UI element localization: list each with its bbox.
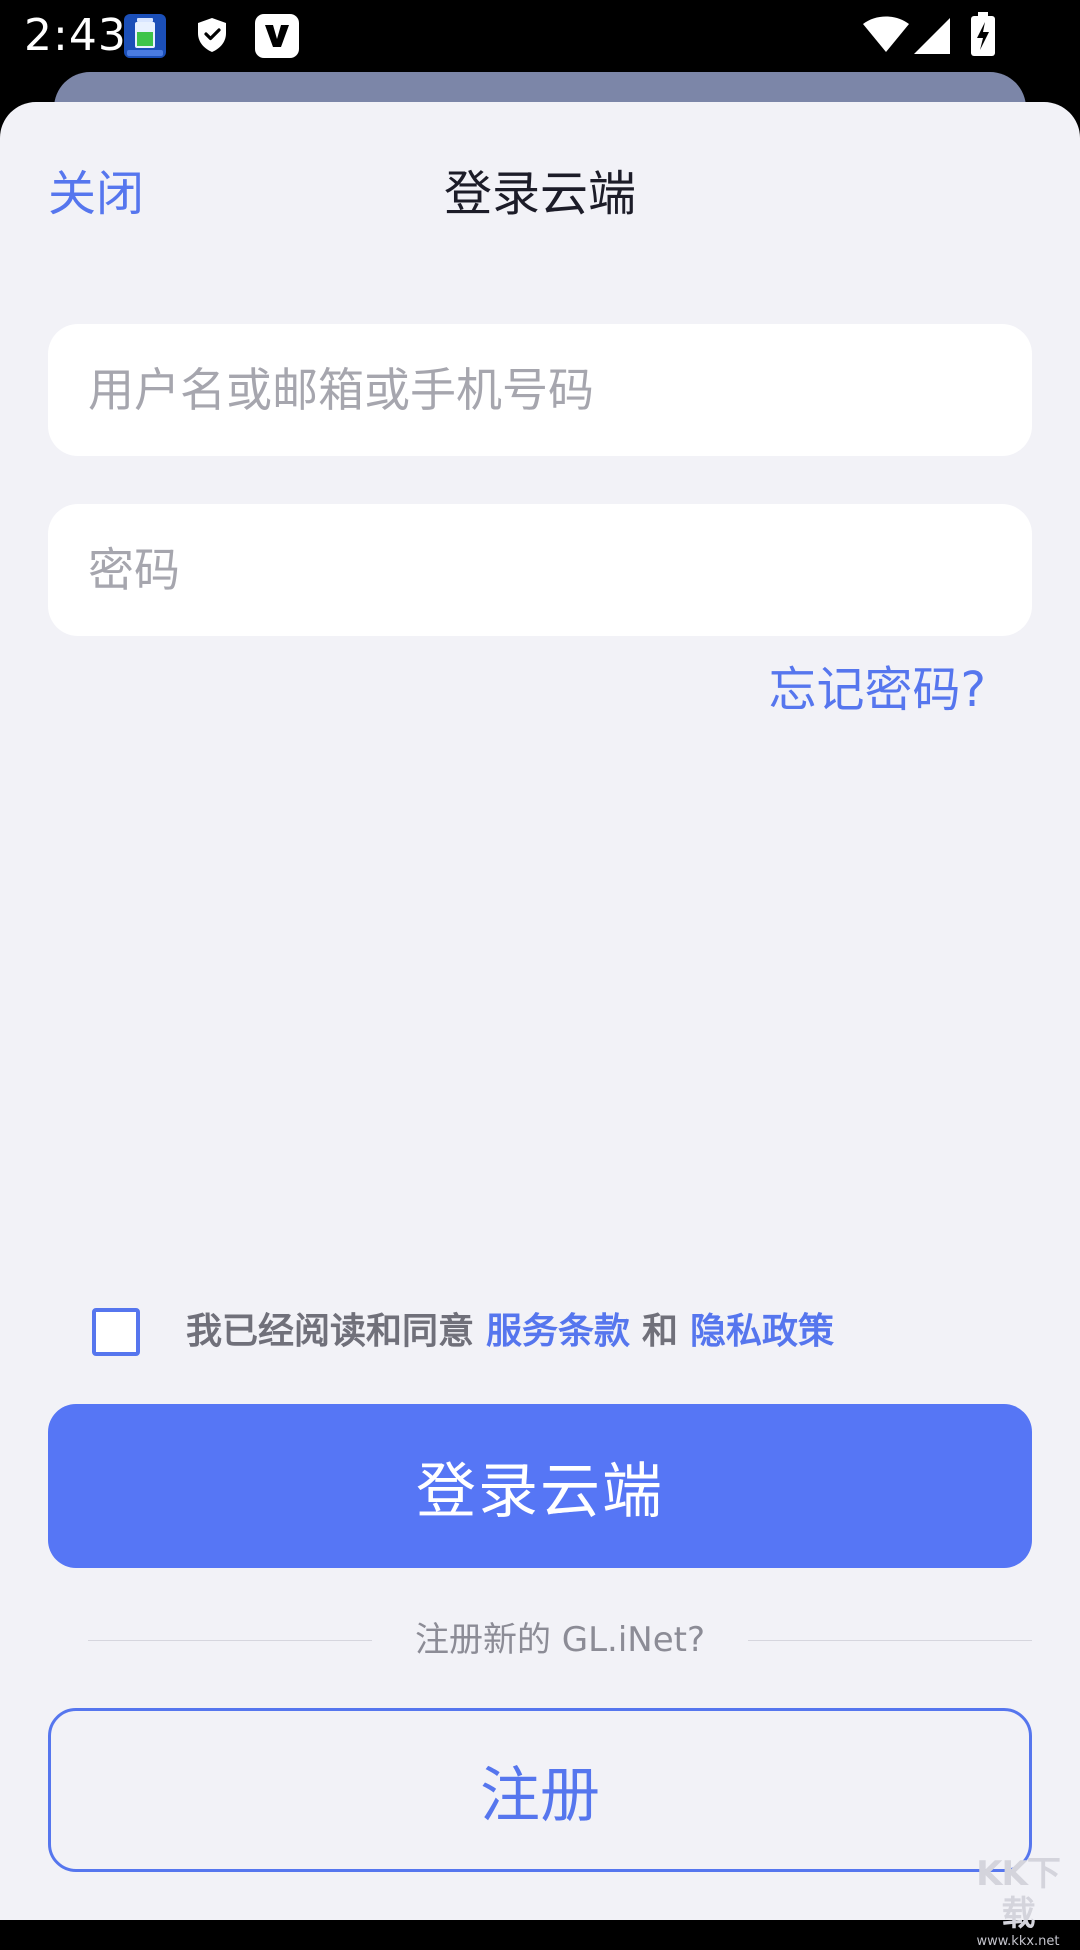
battery-app-icon	[124, 14, 166, 58]
register-button[interactable]: 注册	[48, 1708, 1032, 1872]
password-input[interactable]	[88, 504, 992, 636]
status-bar: 2:43	[0, 0, 1080, 72]
shield-icon	[198, 18, 226, 52]
register-divider: 注册新的 GL.iNet?	[88, 1612, 1032, 1668]
cell-signal-icon	[914, 18, 950, 54]
divider-line-right	[748, 1640, 1032, 1641]
register-prompt: 注册新的 GL.iNet?	[414, 1620, 706, 1660]
wifi-icon	[863, 16, 909, 52]
login-button[interactable]: 登录云端	[48, 1404, 1032, 1568]
agreement-text: 我已经阅读和同意	[186, 1311, 475, 1352]
watermark-mark: KK下载	[976, 1854, 1061, 1934]
agreement-row: 我已经阅读和同意 服务条款 和 隐私政策	[92, 1304, 834, 1360]
agreement-conjunction: 和	[642, 1311, 679, 1352]
forgot-password-link[interactable]: 忘记密码?	[769, 658, 986, 722]
watermark: KK下载 www.kkx.net	[970, 1854, 1066, 1949]
privacy-link[interactable]: 隐私政策	[690, 1308, 834, 1356]
terms-link[interactable]: 服务条款	[486, 1308, 630, 1356]
username-input[interactable]	[88, 324, 992, 456]
divider-line-left	[88, 1640, 372, 1641]
page-title: 登录云端	[443, 166, 636, 222]
login-sheet: 关闭 登录云端 忘记密码? 我已经阅读和同意 服务条款 和 隐私政策 登录云端 …	[0, 102, 1080, 1920]
battery-charging-icon	[971, 12, 995, 56]
agreement-checkbox[interactable]	[92, 1308, 140, 1356]
status-time: 2:43	[24, 10, 127, 61]
v-app-icon	[255, 14, 299, 58]
watermark-url: www.kkx.net	[976, 1934, 1060, 1949]
password-field	[48, 504, 1032, 636]
username-field	[48, 324, 1032, 456]
